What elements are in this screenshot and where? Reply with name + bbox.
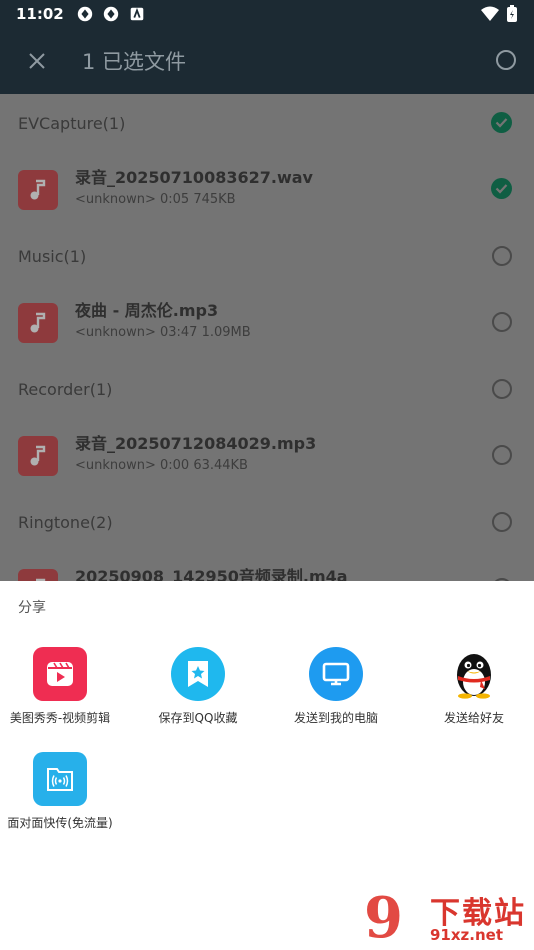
share-app-qq-friend[interactable]: 发送给好友	[419, 647, 529, 728]
music-file-icon	[18, 569, 58, 581]
file-name: 夜曲 - 周杰伦.mp3	[75, 301, 219, 320]
music-file-icon	[18, 436, 58, 476]
file-checkbox-checked[interactable]	[491, 178, 512, 199]
music-note-icon	[30, 312, 46, 333]
file-list: EVCapture(1) 录音_20250710083627.wav <unkn…	[0, 94, 534, 581]
watermark-url: 91xz.net	[430, 926, 504, 944]
share-app-my-computer[interactable]: 发送到我的电脑	[281, 647, 391, 728]
file-meta: <unknown> 03:47 1.09MB	[75, 325, 251, 340]
share-app-label: 发送到我的电脑	[293, 711, 378, 725]
group-label: Recorder(1)	[18, 379, 113, 399]
share-app-label: 面对面快传(免流量)	[7, 816, 113, 830]
group-radio[interactable]	[492, 512, 512, 532]
watermark-logo: 9	[364, 885, 403, 950]
site-watermark: 9 下载站 91xz.net	[364, 888, 534, 950]
group-row-recorder[interactable]: Recorder(1)	[0, 360, 534, 418]
group-checkbox-checked[interactable]	[491, 112, 512, 133]
checkmark-icon	[495, 118, 508, 128]
share-app-face-to-face[interactable]: 面对面快传(免流量)	[5, 752, 115, 833]
file-name: 20250908_142950音频录制.m4a	[75, 567, 348, 581]
group-row-ringtone[interactable]: Ringtone(2)	[0, 493, 534, 551]
face-to-face-transfer-icon	[33, 752, 87, 806]
group-label: Ringtone(2)	[18, 512, 113, 532]
select-all-radio[interactable]	[496, 50, 516, 70]
music-file-icon	[18, 303, 58, 343]
file-radio[interactable]	[492, 312, 512, 332]
music-file-icon	[18, 170, 58, 210]
sync-icon	[103, 6, 118, 22]
group-radio[interactable]	[492, 379, 512, 399]
close-icon	[29, 53, 45, 69]
file-row[interactable]: 20250908_142950音频录制.m4a	[0, 551, 534, 581]
share-sheet-title: 分享	[18, 600, 46, 616]
music-note-icon	[30, 445, 46, 466]
selected-count-title: 1 已选文件	[82, 50, 187, 74]
share-app-label: 美图秀秀-视频剪辑	[9, 711, 111, 725]
selection-toolbar: 1 已选文件	[0, 28, 534, 94]
file-name: 录音_20250710083627.wav	[75, 168, 313, 187]
file-radio[interactable]	[492, 445, 512, 465]
close-button[interactable]	[0, 52, 74, 70]
file-name: 录音_20250712084029.mp3	[75, 434, 317, 453]
share-app-meitu[interactable]: 美图秀秀-视频剪辑	[5, 647, 115, 728]
my-computer-icon	[309, 647, 363, 701]
file-row[interactable]: 录音_20250712084029.mp3 <unknown> 0:00 63.…	[0, 418, 534, 493]
status-time: 11:02	[16, 5, 64, 23]
group-label: EVCapture(1)	[18, 113, 126, 133]
share-app-label: 保存到QQ收藏	[158, 711, 238, 725]
qq-penguin-icon	[447, 647, 501, 701]
file-meta: <unknown> 0:00 63.44KB	[75, 458, 248, 473]
notification-a-icon	[130, 7, 144, 21]
group-label: Music(1)	[18, 246, 87, 266]
battery-icon	[507, 5, 517, 22]
meitu-video-icon	[33, 647, 87, 701]
group-row-evcapture[interactable]: EVCapture(1)	[0, 94, 534, 152]
file-meta: <unknown> 0:05 745KB	[75, 192, 236, 207]
file-row[interactable]: 夜曲 - 周杰伦.mp3 <unknown> 03:47 1.09MB	[0, 285, 534, 360]
file-row[interactable]: 录音_20250710083627.wav <unknown> 0:05 745…	[0, 152, 534, 227]
sync-icon	[77, 6, 92, 22]
status-bar: 11:02	[0, 0, 534, 28]
group-row-music[interactable]: Music(1)	[0, 227, 534, 285]
group-radio[interactable]	[492, 246, 512, 266]
share-app-qq-favorites[interactable]: 保存到QQ收藏	[143, 647, 253, 728]
wifi-icon	[481, 6, 499, 21]
qq-favorites-icon	[171, 647, 225, 701]
music-note-icon	[30, 179, 46, 200]
checkmark-icon	[495, 184, 508, 194]
share-app-label: 发送给好友	[443, 711, 504, 725]
